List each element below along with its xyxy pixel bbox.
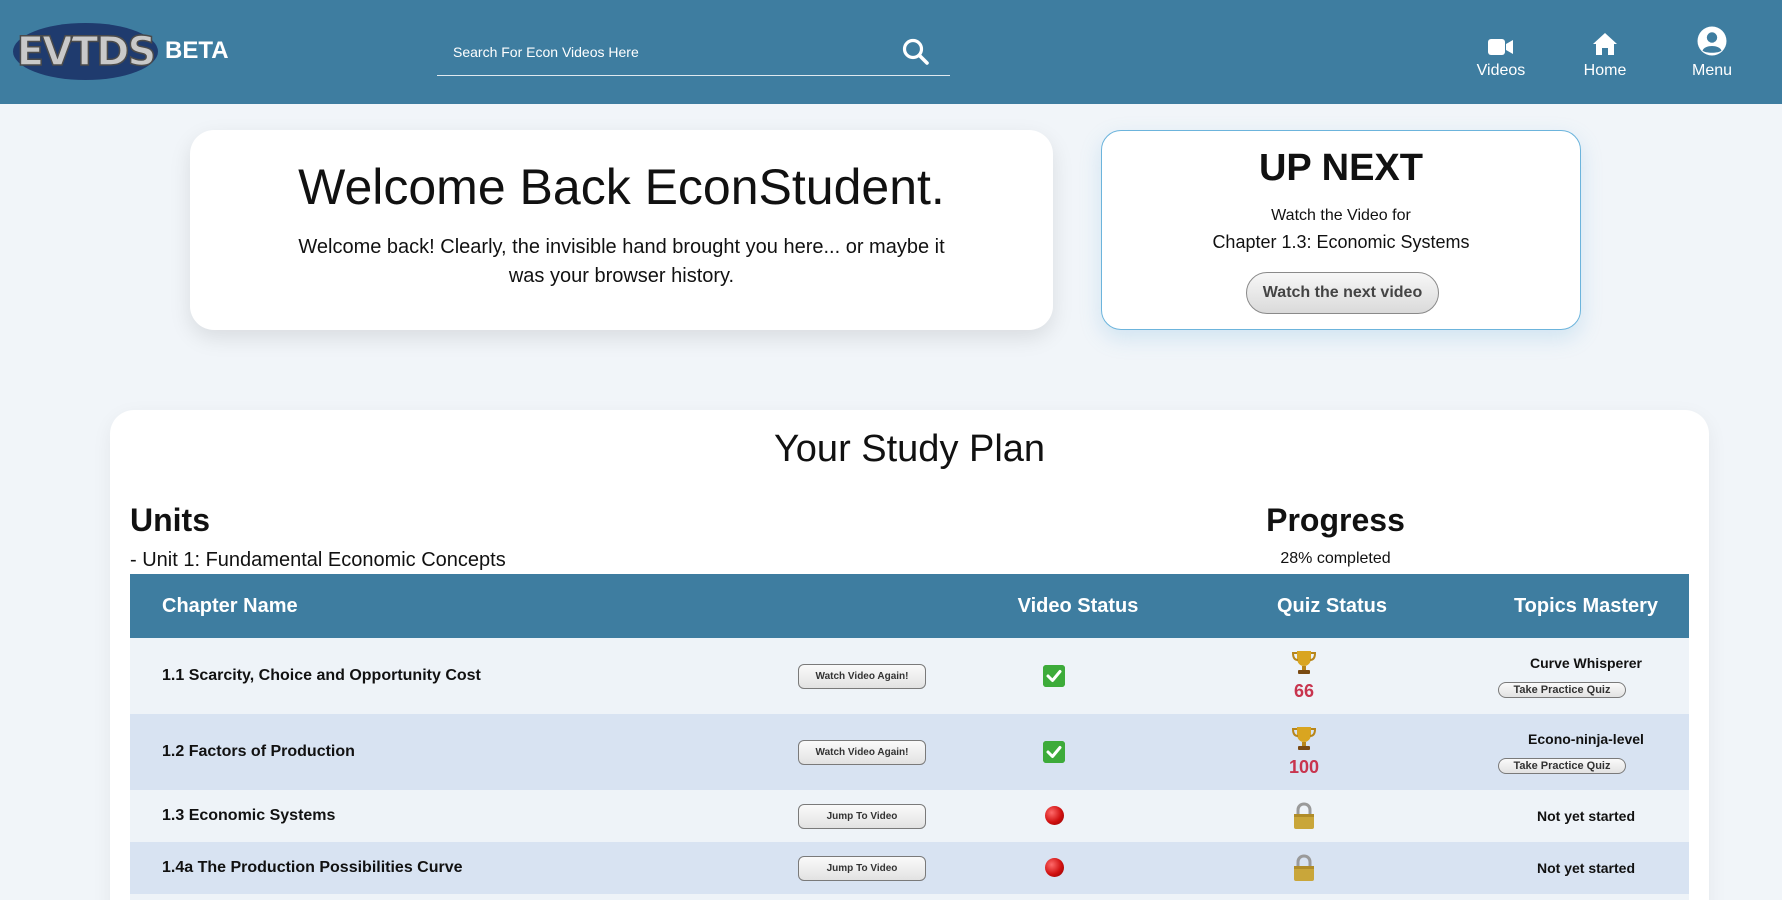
mastery-level: Not yet started <box>1536 808 1636 824</box>
study-plan-card: Your Study Plan Units - Unit 1: Fundamen… <box>110 410 1709 900</box>
nav-menu[interactable]: Menu <box>1672 26 1752 80</box>
up-next-title: UP NEXT <box>1258 147 1423 189</box>
take-practice-quiz-button[interactable]: Take Practice Quiz <box>1498 758 1626 774</box>
units-heading: Units <box>130 502 210 538</box>
welcome-message: Welcome back! Clearly, the invisible han… <box>298 236 945 287</box>
column-topics-mastery: Topics Mastery <box>1513 595 1659 617</box>
nav-videos-label: Videos <box>1476 62 1526 79</box>
chapter-name: 1.2 Factors of Production <box>162 743 355 760</box>
nav-videos[interactable]: Videos <box>1461 26 1541 80</box>
up-next-card: UP NEXT Watch the Video for Chapter 1.3:… <box>1101 130 1581 330</box>
take-practice-quiz-button[interactable]: Take Practice Quiz <box>1498 682 1626 698</box>
search-bar <box>437 36 950 76</box>
checkmark-icon <box>1043 741 1065 763</box>
up-next-chapter: Chapter 1.3: Economic Systems <box>1212 232 1470 252</box>
checkmark-icon <box>1043 665 1065 687</box>
unit-label: - Unit 1: Fundamental Economic Concepts <box>130 549 506 571</box>
red-circle-icon <box>1045 806 1064 825</box>
top-navigation-bar: EVTDS BETA Videos Home <box>0 0 1782 104</box>
red-circle-icon <box>1045 858 1064 877</box>
table-row: 1.4a The Production Possibilities Curve … <box>130 842 1689 894</box>
quiz-score: 100 <box>1288 757 1320 777</box>
mastery-level: Econo-ninja-level <box>1528 731 1644 747</box>
nav-home[interactable]: Home <box>1565 26 1645 80</box>
search-input[interactable] <box>453 40 893 64</box>
column-quiz-status: Quiz Status <box>1276 595 1387 617</box>
search-icon[interactable] <box>901 37 931 67</box>
watch-video-again-button[interactable]: Watch Video Again! <box>798 664 926 689</box>
table-row: 1.3 Economic Systems Jump To Video Not y… <box>130 790 1689 842</box>
table-row: 1.2 Factors of Production Watch Video Ag… <box>130 714 1689 790</box>
video-camera-icon <box>1488 39 1513 55</box>
progress-percent: 28% completed <box>1280 550 1391 567</box>
user-circle-icon <box>1697 26 1727 56</box>
table-row: 1.1 Scarcity, Choice and Opportunity Cos… <box>130 638 1689 714</box>
welcome-title: Welcome Back EconStudent. <box>298 159 945 215</box>
trophy-icon <box>1291 651 1317 674</box>
column-video-status: Video Status <box>1017 595 1139 617</box>
evtds-logo[interactable]: EVTDS <box>13 23 158 80</box>
logo-text: EVTDS <box>16 28 157 76</box>
column-chapter-name: Chapter Name <box>162 595 298 617</box>
beta-label: BETA <box>165 37 229 64</box>
study-plan-title: Your Study Plan <box>773 428 1046 470</box>
quiz-score: 66 <box>1293 681 1315 701</box>
chapter-name: 1.3 Economic Systems <box>162 807 336 824</box>
study-table-header: Chapter Name Video Status Quiz Status To… <box>130 574 1689 638</box>
watch-next-video-button[interactable]: Watch the next video <box>1246 272 1439 314</box>
home-icon <box>1593 33 1617 55</box>
jump-to-video-button[interactable]: Jump To Video <box>798 804 926 829</box>
nav-home-label: Home <box>1583 62 1627 79</box>
chapter-name: 1.4a The Production Possibilities Curve <box>162 859 463 876</box>
table-row <box>130 894 1689 900</box>
welcome-card: Welcome Back EconStudent. Welcome back! … <box>190 130 1053 330</box>
watch-video-again-button[interactable]: Watch Video Again! <box>798 740 926 765</box>
nav-menu-label: Menu <box>1691 62 1733 79</box>
lock-icon <box>1294 854 1314 881</box>
mastery-level: Curve Whisperer <box>1529 655 1643 671</box>
chapter-name: 1.1 Scarcity, Choice and Opportunity Cos… <box>162 667 481 684</box>
up-next-caption: Watch the Video for <box>1271 207 1411 224</box>
lock-icon <box>1294 802 1314 829</box>
trophy-icon <box>1291 727 1317 750</box>
mastery-level: Not yet started <box>1536 860 1636 876</box>
jump-to-video-button[interactable]: Jump To Video <box>798 856 926 881</box>
progress-heading: Progress <box>1266 502 1405 538</box>
